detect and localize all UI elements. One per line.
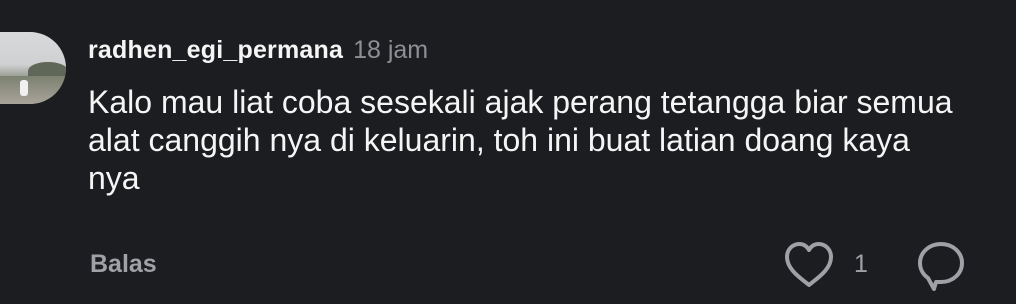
- comment-item: radhen_egi_permana 18 jam Kalo mau liat …: [0, 0, 1016, 304]
- like-button[interactable]: [782, 240, 836, 290]
- speech-bubble-icon: [918, 242, 964, 291]
- avatar-person: [20, 80, 28, 96]
- avatar[interactable]: [0, 32, 66, 104]
- comment-text: Kalo mau liat coba sesekali ajak perang …: [88, 84, 953, 196]
- like-count: 1: [854, 250, 868, 278]
- reply-icon-button[interactable]: [914, 238, 968, 292]
- comment-header: radhen_egi_permana 18 jam: [88, 36, 428, 68]
- reply-button[interactable]: Balas: [90, 250, 157, 279]
- heart-icon: [785, 242, 833, 287]
- timestamp: 18 jam: [353, 36, 429, 64]
- avatar-ground: [0, 76, 66, 104]
- username[interactable]: radhen_egi_permana: [88, 36, 343, 65]
